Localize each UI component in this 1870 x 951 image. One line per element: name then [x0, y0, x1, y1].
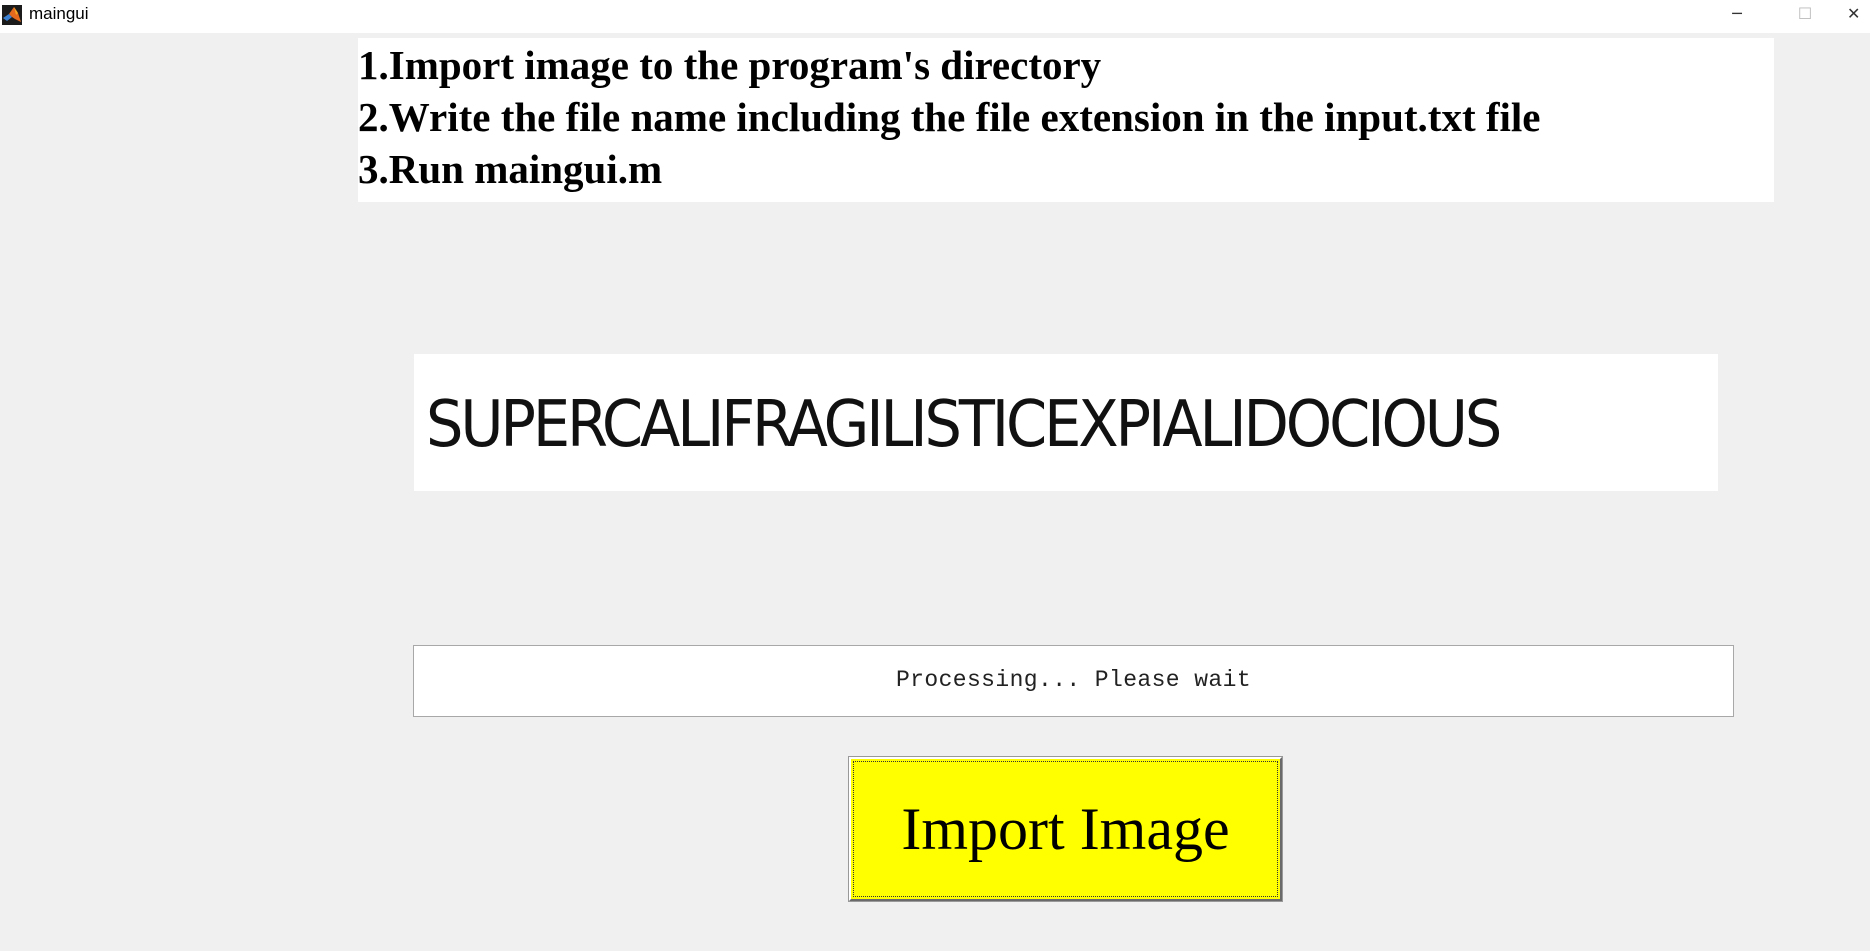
instructions-panel: 1.Import image to the program's director… [358, 38, 1774, 202]
minimize-button[interactable]: ─ [1714, 0, 1760, 28]
instruction-line-3: 3.Run maingui.m [358, 146, 663, 192]
window-title: maingui [29, 4, 89, 23]
status-text: Processing... Please wait [895, 667, 1252, 693]
title-bar[interactable]: maingui ─ ☐ ✕ [0, 0, 1870, 33]
import-image-label: Import Image [901, 796, 1230, 862]
close-button[interactable]: ✕ [1847, 0, 1870, 28]
import-image-button[interactable]: Import Image [848, 756, 1283, 902]
image-preview-text: SUPERCALIFRAGILISTICEXPIALIDOCIOUS [426, 388, 1502, 462]
matlab-icon [2, 5, 22, 25]
instruction-line-1: 1.Import image to the program's director… [358, 42, 1102, 88]
instruction-line-2: 2.Write the file name including the file… [358, 94, 1541, 140]
maximize-button[interactable]: ☐ [1782, 0, 1828, 28]
status-box: Processing... Please wait [413, 645, 1734, 717]
figure-window: maingui ─ ☐ ✕ 1.Import image to the prog… [0, 0, 1870, 951]
image-preview: SUPERCALIFRAGILISTICEXPIALIDOCIOUS [414, 354, 1718, 491]
